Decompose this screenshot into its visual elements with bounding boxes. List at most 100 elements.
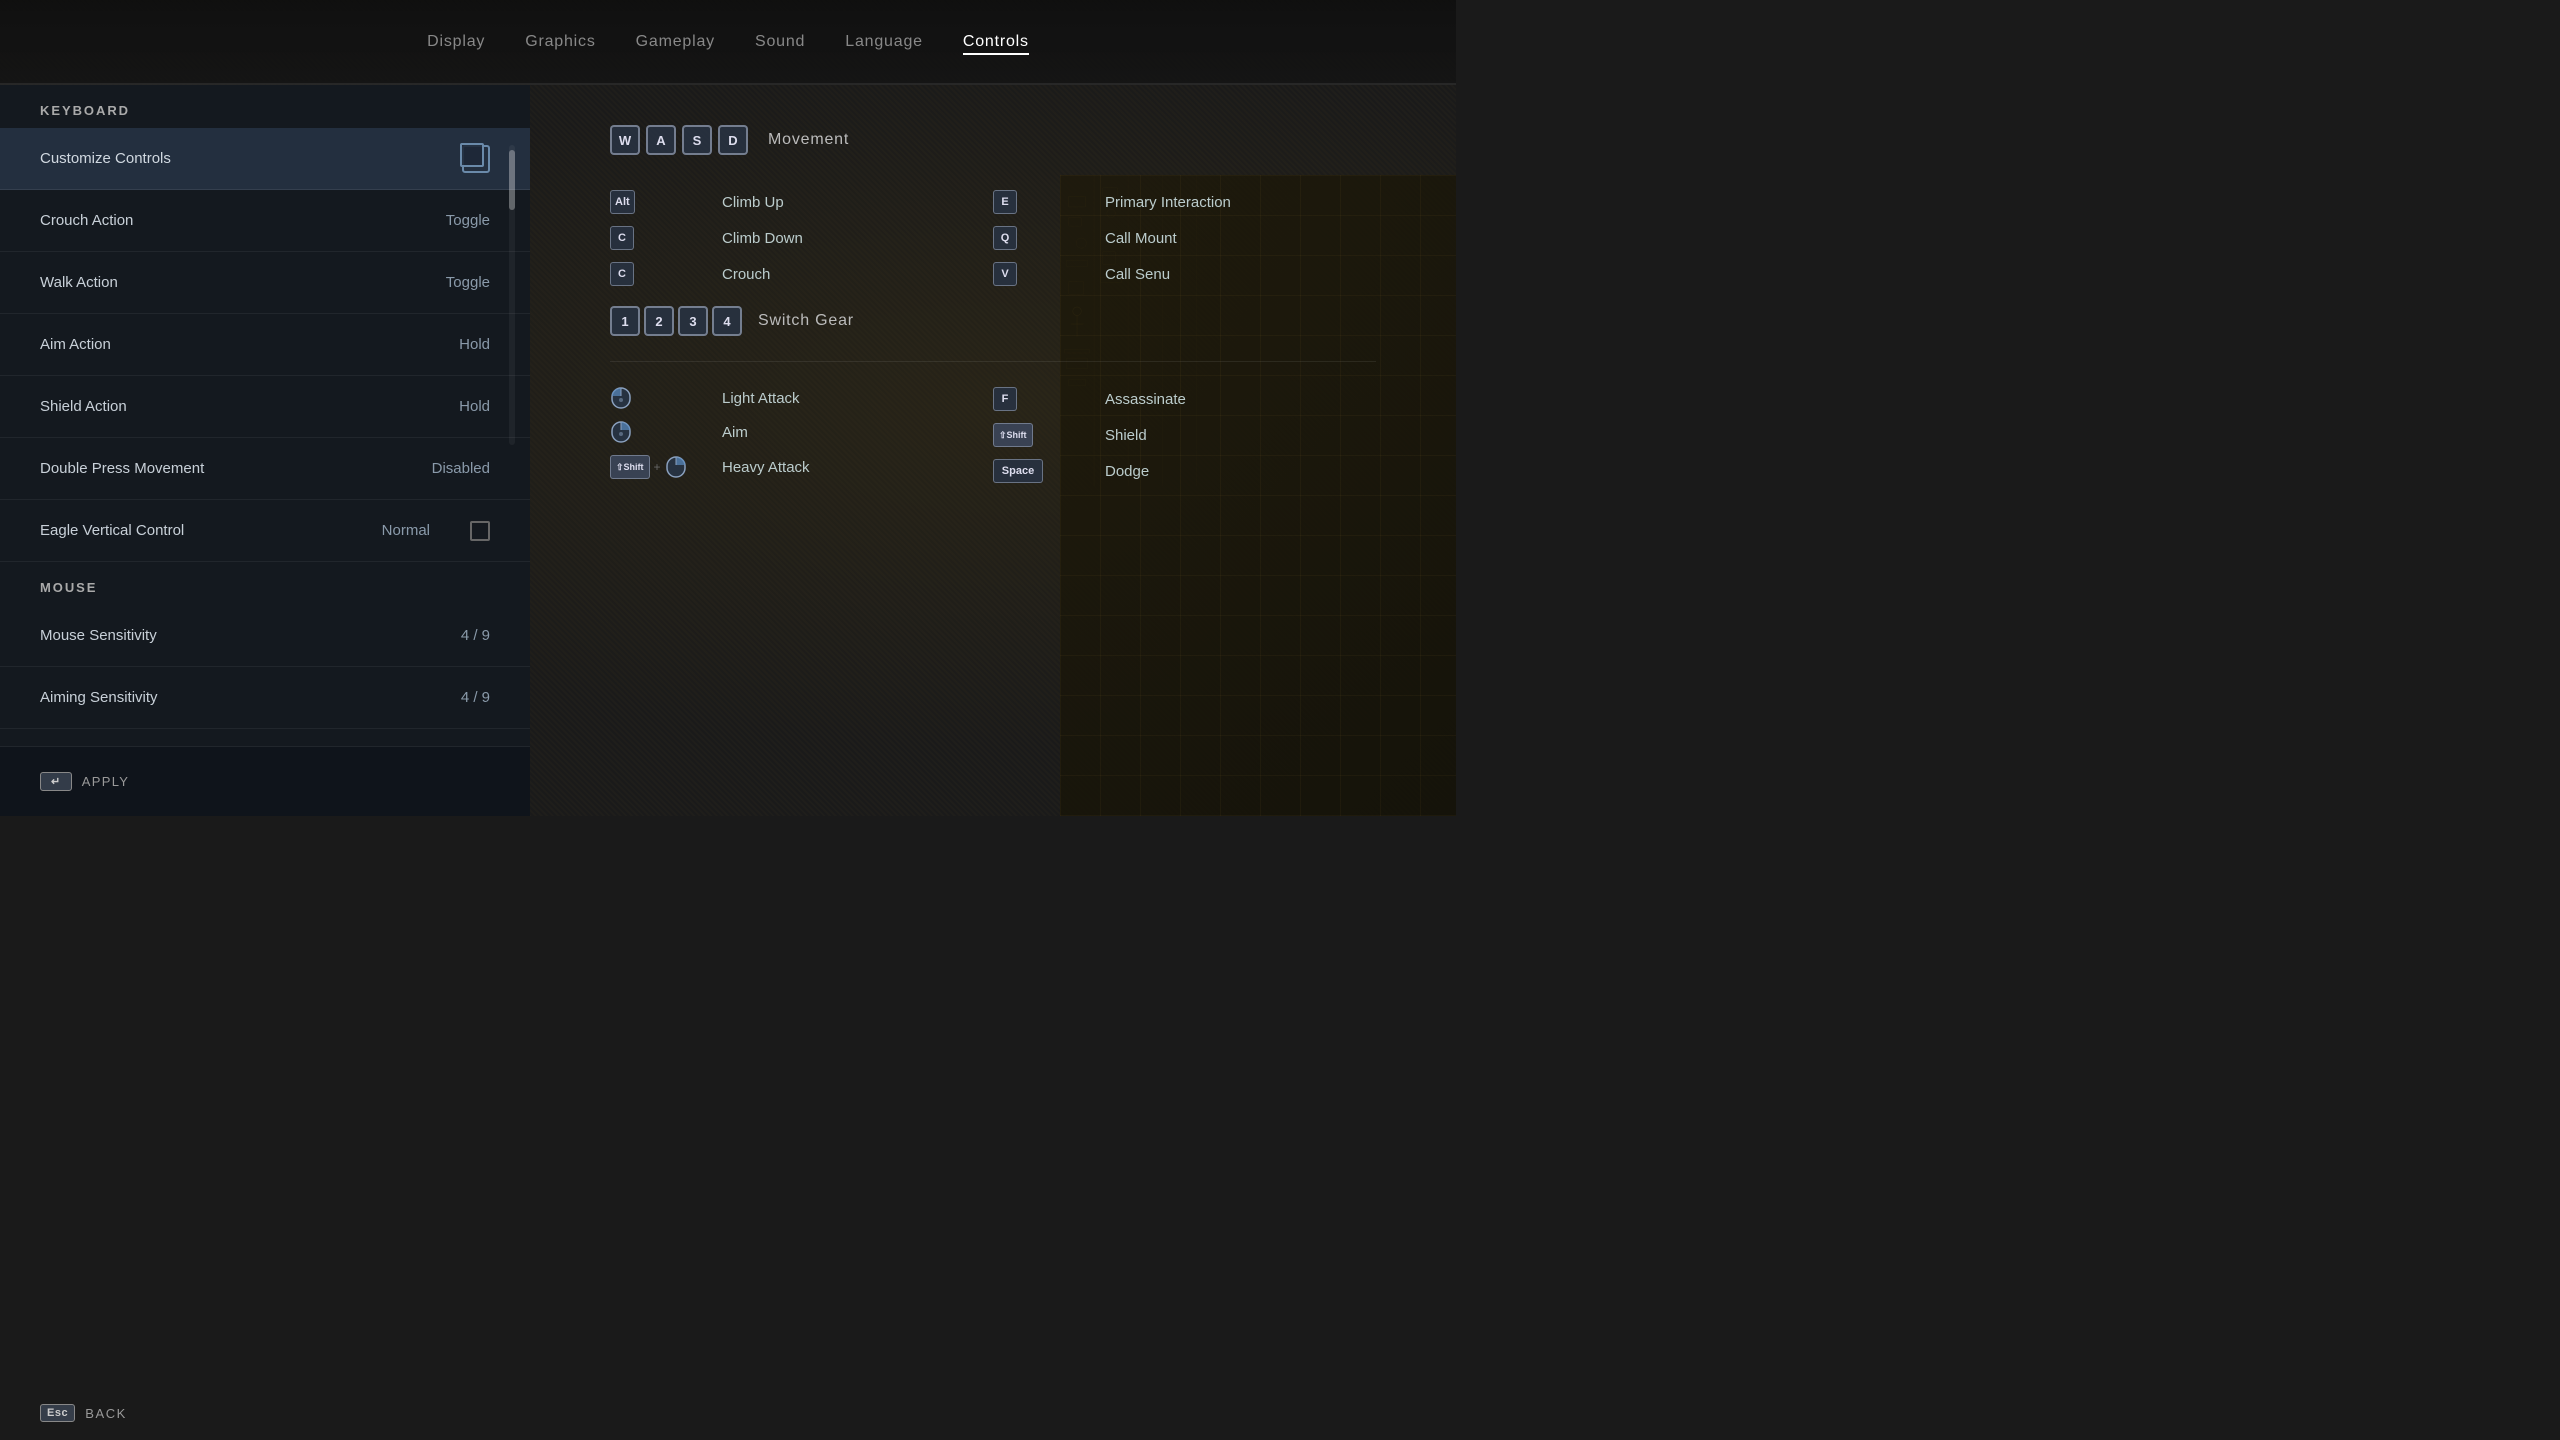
- movement-label: Movement: [768, 131, 849, 149]
- combat-binding-col-right: F Assassinate ⇧Shift Shield Space: [993, 387, 1376, 483]
- setting-row-mouse-sensitivity[interactable]: Mouse Sensitivity 4 / 9: [0, 605, 530, 667]
- apply-key-badge: ↵: [40, 772, 72, 791]
- nav-item-graphics[interactable]: Graphics: [525, 29, 595, 55]
- setting-row-aim-action[interactable]: Aim Action Hold: [0, 314, 530, 376]
- crouch-action-label: Crouch Action: [0, 212, 410, 229]
- key-e: E: [993, 190, 1017, 214]
- apply-section[interactable]: ↵ APPLY: [40, 772, 129, 791]
- bindings-two-col: Alt Climb Up C Climb Down C: [610, 190, 1376, 286]
- setting-row-double-press[interactable]: Double Press Movement Disabled: [0, 438, 530, 500]
- key-c-climb: C: [610, 226, 634, 250]
- copy-icon[interactable]: [462, 145, 490, 173]
- left-panel: KEYBOARD Customize Controls Crouch Actio…: [0, 85, 530, 816]
- assassinate-action: Assassinate: [1105, 391, 1186, 408]
- customize-controls-row[interactable]: Customize Controls: [0, 128, 530, 190]
- mouse-section-label: MOUSE: [0, 562, 530, 605]
- mouse-sensitivity-label: Mouse Sensitivity: [0, 627, 410, 644]
- eagle-vertical-value: Normal: [350, 522, 470, 539]
- main-content: KEYBOARD Customize Controls Crouch Actio…: [0, 85, 1456, 816]
- binding-dodge: Space Dodge: [993, 459, 1376, 483]
- mouse-rmb-icon-small: [665, 456, 687, 478]
- key-d: D: [718, 125, 748, 155]
- setting-row-shield-action[interactable]: Shield Action Hold: [0, 376, 530, 438]
- climb-down-action: Climb Down: [722, 230, 803, 247]
- primary-interaction-action: Primary Interaction: [1105, 194, 1231, 211]
- apply-label: APPLY: [82, 774, 129, 789]
- shield-keys: ⇧Shift: [993, 423, 1093, 447]
- mouse-rmb-icon: [610, 421, 632, 443]
- back-section: Esc BACK: [40, 1404, 127, 1422]
- mouse-lmb-icon: [610, 387, 632, 409]
- key-shift-heavy: ⇧Shift: [610, 455, 650, 479]
- key-1: 1: [610, 306, 640, 336]
- back-label[interactable]: BACK: [85, 1406, 127, 1421]
- nav-item-sound[interactable]: Sound: [755, 29, 805, 55]
- key-alt: Alt: [610, 190, 635, 214]
- dodge-action: Dodge: [1105, 463, 1149, 480]
- bottom-bar: ↵ APPLY: [0, 746, 530, 816]
- customize-controls-label: Customize Controls: [40, 150, 462, 167]
- wasd-movement-row: W A S D Movement: [610, 125, 1376, 155]
- number-keys: 1 2 3 4: [610, 306, 742, 336]
- nav-item-controls[interactable]: Controls: [963, 29, 1029, 55]
- combat-binding-col-left: Light Attack Aim: [610, 387, 993, 483]
- switch-gear-label: Switch Gear: [758, 312, 854, 330]
- back-key-badge: Esc: [40, 1404, 75, 1422]
- switch-gear-row: 1 2 3 4 Switch Gear: [610, 306, 1376, 336]
- key-s: S: [682, 125, 712, 155]
- binding-climb-up: Alt Climb Up: [610, 190, 993, 214]
- plus-sign: +: [654, 460, 661, 474]
- setting-row-eagle-vertical[interactable]: Eagle Vertical Control Normal: [0, 500, 530, 562]
- binding-shield: ⇧Shift Shield: [993, 423, 1376, 447]
- climb-up-keys: Alt: [610, 190, 710, 214]
- aim-action-binding: Aim: [722, 424, 748, 441]
- nav-item-display[interactable]: Display: [427, 29, 485, 55]
- call-mount-action: Call Mount: [1105, 230, 1177, 247]
- key-a: A: [646, 125, 676, 155]
- setting-row-walk-action[interactable]: Walk Action Toggle: [0, 252, 530, 314]
- movement-binding-col-left: Alt Climb Up C Climb Down C: [610, 190, 993, 286]
- call-mount-keys: Q: [993, 226, 1093, 250]
- key-w: W: [610, 125, 640, 155]
- double-press-value: Disabled: [410, 460, 530, 477]
- wasd-keys: W A S D: [610, 125, 748, 155]
- binding-primary-interaction: E Primary Interaction: [993, 190, 1376, 214]
- keyboard-section-label: KEYBOARD: [0, 85, 530, 128]
- key-space: Space: [993, 459, 1043, 483]
- binding-call-mount: Q Call Mount: [993, 226, 1376, 250]
- climb-up-action: Climb Up: [722, 194, 784, 211]
- nav-item-language[interactable]: Language: [845, 29, 923, 55]
- binding-climb-down: C Climb Down: [610, 226, 993, 250]
- eagle-vertical-checkbox[interactable]: [470, 521, 490, 541]
- shield-action-binding: Shield: [1105, 427, 1147, 444]
- primary-interaction-keys: E: [993, 190, 1093, 214]
- binding-heavy-attack: ⇧Shift + Heavy Attack: [610, 455, 993, 479]
- aim-action-label: Aim Action: [0, 336, 410, 353]
- setting-row-aiming-sensitivity[interactable]: Aiming Sensitivity 4 / 9: [0, 667, 530, 729]
- binding-aim: Aim: [610, 421, 993, 443]
- call-senu-keys: V: [993, 262, 1093, 286]
- navigation-bar: Display Graphics Gameplay Sound Language…: [0, 0, 1456, 85]
- binding-assassinate: F Assassinate: [993, 387, 1376, 411]
- movement-binding-col-right: E Primary Interaction Q Call Mount V: [993, 190, 1376, 286]
- heavy-attack-action: Heavy Attack: [722, 459, 810, 476]
- bindings-overlay: W A S D Movement Alt Climb Up: [530, 85, 1456, 816]
- key-v: V: [993, 262, 1017, 286]
- binding-light-attack: Light Attack: [610, 387, 993, 409]
- right-panel: W A S D Movement Alt Climb Up: [530, 85, 1456, 816]
- nav-item-gameplay[interactable]: Gameplay: [636, 29, 715, 55]
- setting-row-crouch-action[interactable]: Crouch Action Toggle: [0, 190, 530, 252]
- heavy-attack-keys: ⇧Shift +: [610, 455, 710, 479]
- crouch-action-binding: Crouch: [722, 266, 770, 283]
- aim-keys: [610, 421, 710, 443]
- dodge-keys: Space: [993, 459, 1093, 483]
- shield-action-value: Hold: [410, 398, 530, 415]
- keyboard-settings-list: Crouch Action Toggle Walk Action Toggle …: [0, 190, 530, 816]
- mouse-sensitivity-value: 4 / 9: [410, 627, 530, 644]
- aiming-sensitivity-value: 4 / 9: [410, 689, 530, 706]
- aim-action-value: Hold: [410, 336, 530, 353]
- light-attack-action: Light Attack: [722, 390, 800, 407]
- key-4: 4: [712, 306, 742, 336]
- key-f: F: [993, 387, 1017, 411]
- eagle-vertical-label: Eagle Vertical Control: [0, 522, 350, 539]
